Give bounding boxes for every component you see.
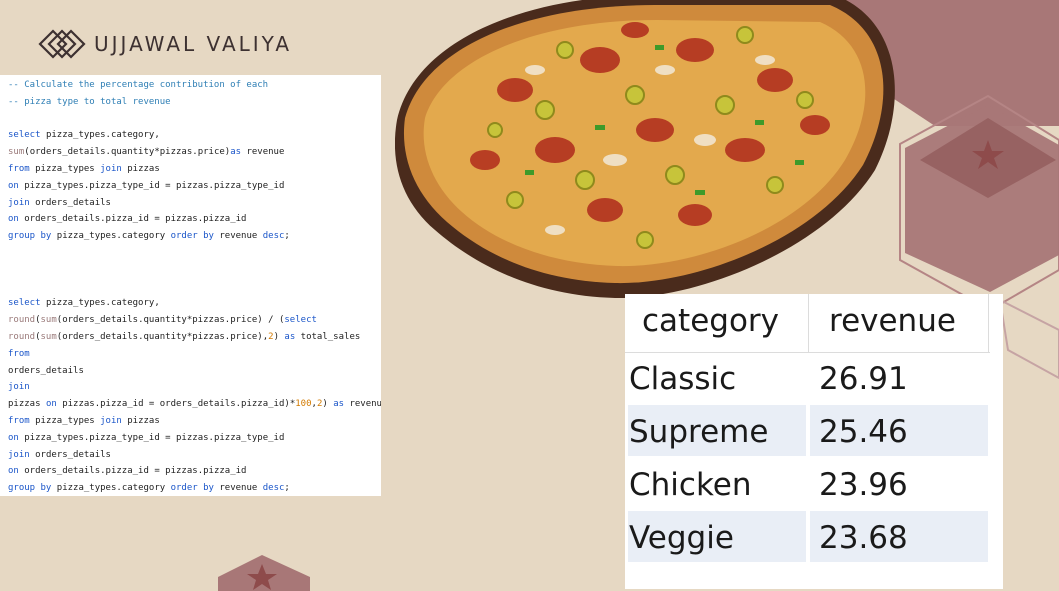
sql-code-line: select pizza_types.category,	[8, 130, 160, 141]
table-row[interactable]: Chicken 23.96	[625, 458, 990, 511]
category-cell[interactable]: Veggie	[629, 523, 734, 554]
sql-code-line: group by pizza_types.category order by r…	[8, 483, 290, 494]
hexagon-bottom-icon	[218, 555, 310, 591]
column-header-category[interactable]: category	[642, 306, 779, 337]
sql-code-line: orders_details	[8, 365, 84, 376]
revenue-cell[interactable]: 23.96	[819, 470, 908, 501]
sql-code-line: join orders_details	[8, 197, 111, 208]
sql-code-line: sum(orders_details.quantity*pizzas.price…	[8, 147, 285, 158]
sql-code-line: group by pizza_types.category order by r…	[8, 231, 290, 242]
sql-code-line: round(sum(orders_details.quantity*pizzas…	[8, 332, 361, 342]
sql-code-line: select pizza_types.category,	[8, 298, 160, 309]
brand-header: UJJAWAL VALIYA	[36, 26, 292, 62]
sql-code-line: from pizza_types join pizzas	[8, 164, 160, 174]
revenue-cell[interactable]: 25.46	[819, 417, 908, 448]
sql-code-line: pizzas on pizzas.pizza_id = orders_detai…	[8, 399, 381, 410]
revenue-cell[interactable]: 23.68	[819, 523, 908, 554]
table-row[interactable]: Classic 26.91	[625, 352, 990, 405]
sql-code-line: join orders_details	[8, 449, 111, 460]
sql-code-line: on orders_details.pizza_id = pizzas.pizz…	[8, 214, 247, 225]
header-divider	[808, 294, 809, 352]
sql-code-line: -- pizza type to total revenue	[8, 96, 171, 107]
sql-code-line: -- Calculate the percentage contribution…	[8, 80, 269, 90]
sql-code-line: on pizza_types.pizza_type_id = pizzas.pi…	[8, 432, 285, 443]
result-grid: category revenue Classic 26.91 Supreme 2…	[625, 294, 1003, 589]
category-cell[interactable]: Chicken	[629, 470, 752, 501]
sql-code-line: join	[8, 382, 30, 393]
category-cell[interactable]: Classic	[629, 364, 736, 395]
column-header-revenue[interactable]: revenue	[829, 306, 956, 337]
sql-code-line: from	[8, 348, 30, 359]
pizza-photo-icon	[395, 0, 895, 299]
table-row[interactable]: Supreme 25.46	[625, 405, 990, 458]
sql-code-line: from pizza_types join pizzas	[8, 416, 160, 426]
table-row[interactable]: Veggie 23.68	[625, 511, 990, 564]
sql-code-line: on orders_details.pizza_id = pizzas.pizz…	[8, 466, 247, 477]
revenue-cell[interactable]: 26.91	[819, 364, 908, 395]
header-divider	[988, 294, 989, 352]
brand-name: UJJAWAL VALIYA	[94, 32, 293, 56]
category-cell[interactable]: Supreme	[629, 417, 768, 448]
sql-code-line: round(sum(orders_details.quantity*pizzas…	[8, 315, 317, 326]
sql-code-panel: -- Calculate the percentage contribution…	[0, 75, 381, 496]
interlocking-diamond-logo-icon	[38, 29, 86, 59]
sql-code-line: on pizza_types.pizza_type_id = pizzas.pi…	[8, 180, 285, 191]
